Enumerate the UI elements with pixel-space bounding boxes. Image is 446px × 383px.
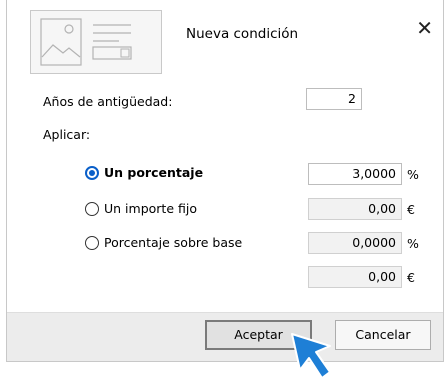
percentage-on-base-field[interactable]: 0,0000 [308, 232, 402, 254]
apply-label: Aplicar: [43, 127, 91, 142]
fixed-amount-field[interactable]: 0,00 [308, 198, 402, 220]
years-field[interactable]: 2 [306, 88, 362, 110]
fixed-amount-unit: € [407, 202, 415, 217]
years-label: Años de antigüedad: [43, 94, 173, 109]
radio-option-percentage[interactable]: Un porcentaje [85, 165, 203, 180]
cancel-button[interactable]: Cancelar [335, 320, 431, 350]
base-value-field[interactable]: 0,00 [308, 266, 402, 288]
dialog-title: Nueva condición [186, 26, 299, 42]
base-value-unit: € [407, 270, 415, 285]
percentage-unit: % [407, 167, 419, 182]
percentage-field[interactable]: 3,0000 [308, 163, 402, 185]
mouse-pointer-icon [291, 333, 331, 379]
radio-option-fixed-amount[interactable]: Un importe fijo [85, 201, 197, 216]
dialog-header-image [30, 10, 162, 74]
image-placeholder-icon [40, 18, 132, 66]
radio-label: Porcentaje sobre base [104, 235, 243, 250]
radio-label: Un importe fijo [104, 201, 197, 216]
radio-unchecked-icon [85, 235, 99, 250]
percentage-on-base-unit: % [407, 236, 419, 251]
radio-unchecked-icon [85, 201, 99, 216]
dialog-window: Nueva condición ✕ Años de antigüedad: 2 … [6, 0, 444, 362]
radio-option-percentage-on-base[interactable]: Porcentaje sobre base [85, 235, 242, 250]
close-icon[interactable]: ✕ [416, 18, 433, 38]
radio-label: Un porcentaje [104, 165, 204, 180]
radio-checked-icon [85, 165, 99, 180]
